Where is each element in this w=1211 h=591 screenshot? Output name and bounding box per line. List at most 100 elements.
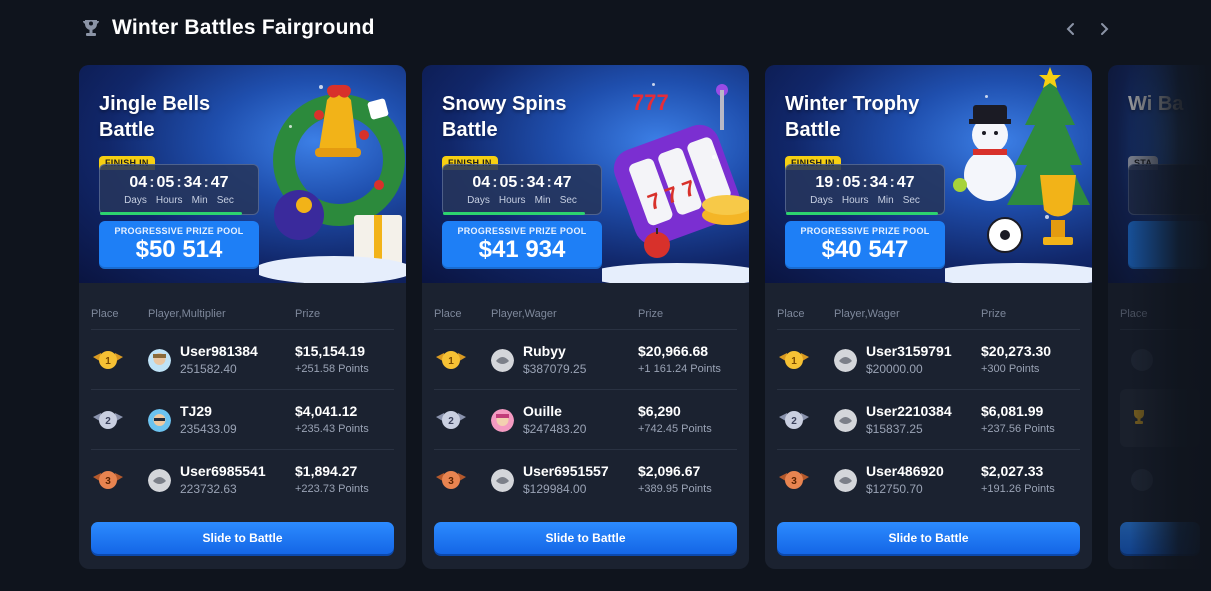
prize-pool-label: PROGRESSIVE PRIZE POOL	[457, 226, 587, 236]
player-prize: $20,273.30	[981, 343, 1052, 359]
avatar-icon	[491, 409, 514, 432]
prize-pool-amount: $40 547	[821, 236, 909, 263]
carousel-prev-button[interactable]	[1060, 18, 1082, 40]
svg-text:777: 777	[632, 90, 669, 115]
player-prize: $2,096.67	[638, 463, 701, 479]
countdown-timer: 04: 05: 34: 47 Days Hours Min Sec	[442, 164, 602, 215]
player-points: +1 161.24 Points	[638, 363, 721, 375]
player-wager: $12750.70	[866, 482, 923, 496]
medal-3-icon: 3	[93, 471, 123, 489]
timer-hours: 05	[842, 174, 861, 191]
carousel-next-button[interactable]	[1093, 18, 1115, 40]
medal-2-icon: 2	[779, 411, 809, 429]
svg-text:3: 3	[448, 476, 454, 487]
leaderboard-row: 2 User2210384 $15837.25 $6,081.99 +237.5…	[765, 390, 1092, 450]
page-title: Winter Battles Fairground	[112, 16, 375, 39]
player-points: +237.56 Points	[981, 423, 1055, 435]
player-name: TJ29	[180, 403, 212, 419]
battle-title: Winter Trophy Battle	[785, 93, 920, 141]
chevron-right-icon	[1101, 23, 1109, 35]
highlight-row	[1120, 389, 1200, 447]
column-player: Player,Multiplier	[148, 308, 226, 320]
battle-title: Snowy Spins Battle	[442, 93, 567, 141]
timer-unit-days: Days	[810, 195, 833, 206]
prize-pool: PROGRESSIVE PRIZE POOL $40 547	[785, 221, 945, 269]
leaderboard-row: 2 TJ29 235433.09 $4,041.12 +235.43 Point…	[79, 390, 406, 450]
timer-progress-bar	[786, 212, 938, 215]
timer-seconds: 47	[896, 174, 915, 191]
prize-pool: PROGRESSIVE PRIZE POOL $50 514	[99, 221, 259, 269]
battle-card: Jingle Bells Battle FINISH IN 04: 05: 34…	[79, 65, 406, 569]
timer-unit-days: Days	[124, 195, 147, 206]
player-prize: $6,081.99	[981, 403, 1044, 419]
player-wager: $15837.25	[866, 422, 923, 436]
column-place: Place	[434, 308, 462, 320]
avatar-icon	[834, 349, 857, 372]
column-player: Player,Wager	[834, 308, 900, 320]
slide-to-battle-button[interactable]	[1120, 522, 1200, 554]
avatar-icon	[148, 349, 171, 372]
column-prize: Prize	[638, 308, 664, 320]
avatar-icon	[834, 409, 857, 432]
prize-pool: PROGRESSIVE PRIZE POOL $41 934	[442, 221, 602, 269]
player-wager: $20000.00	[866, 362, 923, 376]
player-points: +742.45 Points	[638, 423, 712, 435]
player-name: User2210384	[866, 403, 952, 419]
avatar-icon	[491, 469, 514, 492]
player-points: +235.43 Points	[295, 423, 369, 435]
medal-3-icon: 3	[436, 471, 466, 489]
timer-unit-seconds: Sec	[902, 195, 920, 206]
player-wager: $247483.20	[523, 422, 587, 436]
medal-1-icon: 1	[93, 351, 123, 369]
timer-minutes: 34	[526, 174, 545, 191]
timer-minutes: 34	[869, 174, 888, 191]
svg-text:3: 3	[105, 476, 111, 487]
leaderboard-row: 3 User6951557 $129984.00 $2,096.67 +389.…	[422, 450, 749, 510]
svg-text:1: 1	[448, 356, 454, 367]
player-points: +191.26 Points	[981, 483, 1055, 495]
prize-pool-label: PROGRESSIVE PRIZE POOL	[114, 226, 244, 236]
battle-card-partial[interactable]: Wi Ba STA Place	[1108, 65, 1211, 569]
player-prize: $4,041.12	[295, 403, 358, 419]
timer-unit-seconds: Sec	[559, 195, 577, 206]
svg-text:3: 3	[791, 476, 797, 487]
chevron-left-icon	[1066, 23, 1074, 35]
battle-title: Wi Ba	[1128, 93, 1184, 115]
avatar-icon	[834, 469, 857, 492]
svg-text:1: 1	[105, 356, 111, 367]
timer-unit-minutes: Min	[877, 195, 894, 206]
svg-text:2: 2	[448, 416, 454, 427]
player-name: User6985541	[180, 463, 266, 479]
battle-card: Snowy Spins Battle FINISH IN 04: 05: 34:…	[422, 65, 749, 569]
slide-to-battle-button[interactable]: Slide to Battle	[777, 522, 1080, 554]
timer-hours: 05	[499, 174, 518, 191]
player-prize: $20,966.68	[638, 343, 709, 359]
timer-seconds: 47	[210, 174, 229, 191]
timer-progress-bar	[100, 212, 243, 215]
player-points: +389.95 Points	[638, 483, 712, 495]
battle-banner: Wi Ba STA	[1108, 65, 1211, 283]
battle-banner: Snowy Spins Battle FINISH IN 04: 05: 34:…	[422, 65, 749, 283]
slide-to-battle-button[interactable]: Slide to Battle	[434, 522, 737, 554]
player-prize: $6,290	[638, 403, 681, 419]
battle-card: Winter Trophy Battle FINISH IN 19: 05: 3…	[765, 65, 1092, 569]
svg-text:2: 2	[791, 416, 797, 427]
timer-days: 04	[472, 174, 491, 191]
battle-banner: Jingle Bells Battle FINISH IN 04: 05: 34…	[79, 65, 406, 283]
timer-unit-hours: Hours	[841, 195, 869, 206]
column-place: Place	[91, 308, 119, 320]
player-prize: $2,027.33	[981, 463, 1044, 479]
medal-1-icon: 1	[779, 351, 809, 369]
player-multiplier: 223732.63	[180, 482, 237, 496]
trophy-icon	[83, 20, 99, 36]
player-name: User6951557	[523, 463, 609, 479]
avatar-icon	[148, 409, 171, 432]
player-points: +251.58 Points	[295, 363, 369, 375]
slide-to-battle-button[interactable]: Slide to Battle	[91, 522, 394, 554]
player-points: +223.73 Points	[295, 483, 369, 495]
column-prize: Prize	[981, 308, 1007, 320]
timer-unit-hours: Hours	[498, 195, 526, 206]
player-name: User486920	[866, 463, 944, 479]
timer-progress-bar	[443, 212, 586, 215]
player-name: User3159791	[866, 343, 952, 359]
